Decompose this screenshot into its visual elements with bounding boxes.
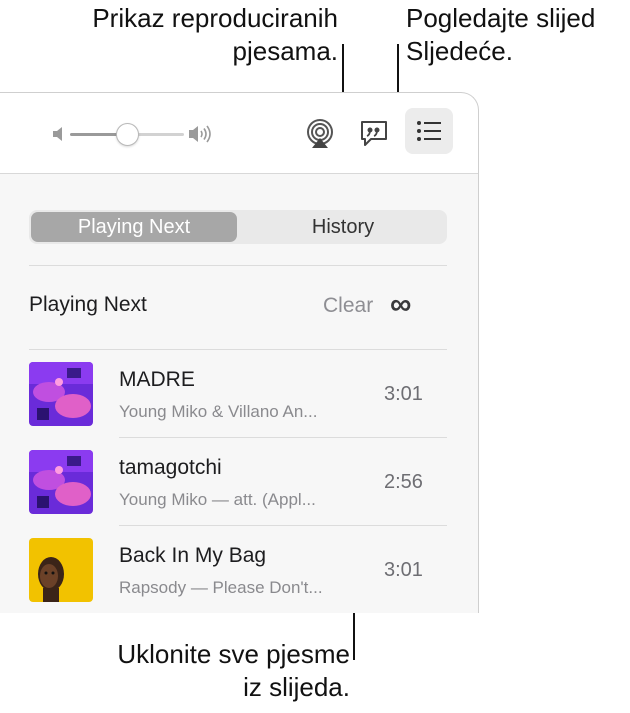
toolbar: [0, 93, 478, 173]
song-duration: 3:01: [384, 559, 423, 581]
album-art-back-in-my-bag: [29, 538, 93, 602]
song-artist: Rapsody — Please Don't...: [119, 578, 323, 597]
volume-slider-knob[interactable]: [116, 123, 139, 146]
queue-row[interactable]: Back In My Bag Rapsody — Please Don't...…: [0, 526, 478, 614]
song-title: MADRE: [119, 368, 195, 391]
callout-played-line-1: Prikaz reproduciranih: [92, 3, 338, 33]
volume-high-icon: [188, 124, 214, 149]
queue-list-button[interactable]: [405, 108, 453, 154]
callout-clear: Uklonite sve pjesme iz slijeda.: [70, 638, 350, 704]
callout-played-line-2: pjesama.: [232, 36, 339, 66]
song-artist: Young Miko & Villano An...: [119, 402, 318, 421]
song-duration: 2:56: [384, 471, 423, 493]
lyrics-icon[interactable]: [359, 118, 389, 153]
queue-row[interactable]: tamagotchi Young Miko — att. (Appl... 2:…: [0, 438, 478, 526]
music-window-panel: Playing Next History Playing Next Clear …: [0, 92, 479, 613]
callout-queue-line-2: Sljedeće.: [406, 36, 513, 66]
queue-history-segmented-control: Playing Next History: [29, 210, 447, 244]
song-artist: Young Miko — att. (Appl...: [119, 490, 316, 509]
callout-queue-line-1: Pogledajte slijed: [406, 3, 596, 33]
playing-next-title: Playing Next: [29, 293, 147, 316]
song-duration: 3:01: [384, 383, 423, 405]
callout-queue: Pogledajte slijed Sljedeće.: [406, 2, 630, 68]
album-art-tamagotchi: [29, 450, 93, 514]
callout-clear-line-1: Uklonite sve pjesme: [117, 639, 350, 669]
queue-row[interactable]: MADRE Young Miko & Villano An... 3:01: [0, 350, 478, 438]
callout-played-songs: Prikaz reproduciranih pjesama.: [58, 2, 338, 68]
queue-list-icon: [417, 121, 441, 141]
song-title: Back In My Bag: [119, 544, 267, 567]
section-divider: [29, 265, 447, 266]
autoplay-infinity-button[interactable]: ∞: [390, 290, 411, 320]
clear-button[interactable]: Clear: [323, 294, 373, 318]
tab-history[interactable]: History: [241, 212, 445, 242]
airplay-icon[interactable]: [304, 118, 336, 155]
tab-playing-next[interactable]: Playing Next: [31, 212, 237, 242]
album-art-madre: [29, 362, 93, 426]
callout-clear-line-2: iz slijeda.: [243, 672, 350, 702]
song-title: tamagotchi: [119, 456, 222, 479]
volume-low-icon: [52, 126, 66, 147]
